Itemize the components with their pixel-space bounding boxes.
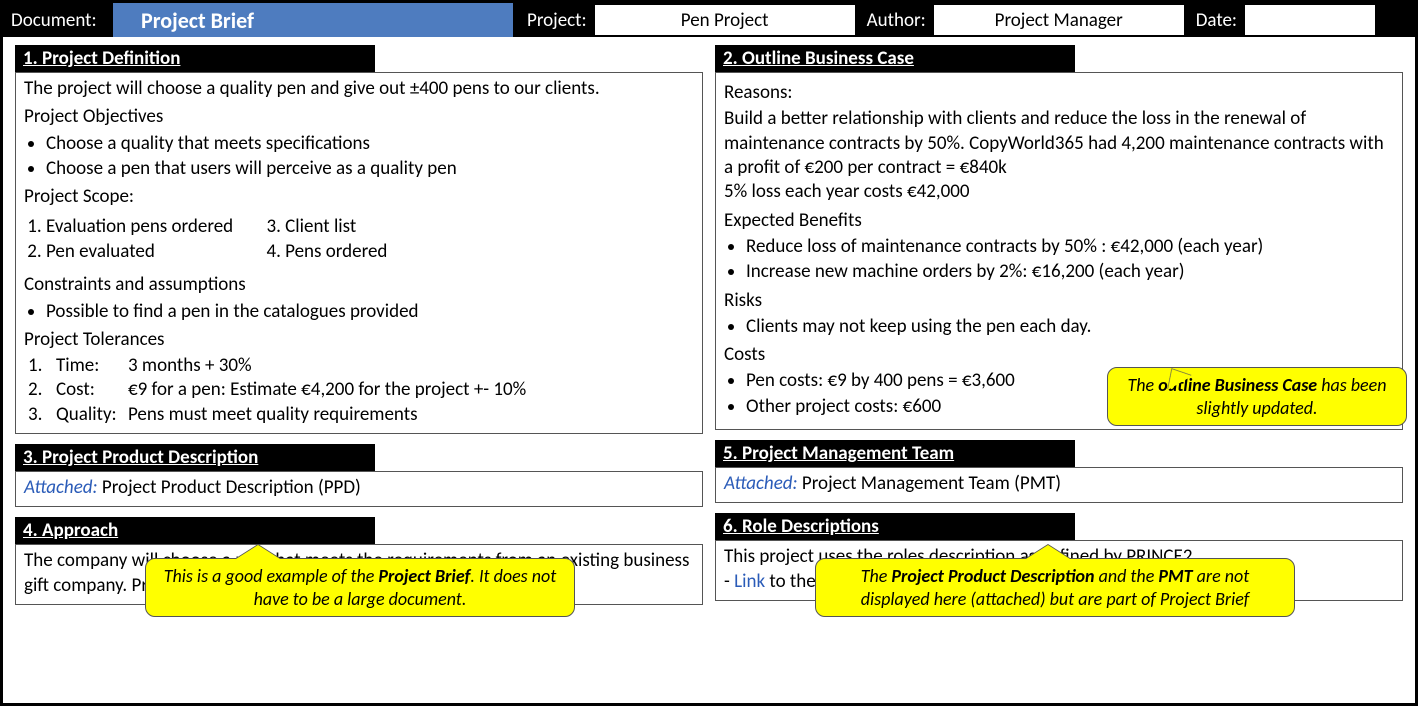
list-item: Evaluation pens ordered	[46, 215, 233, 239]
section-pmt: 5. Project Management Team Attached: Pro…	[715, 440, 1403, 503]
reasons-text: Build a better relationship with clients…	[724, 107, 1394, 180]
left-column: 1. Project Definition The project will c…	[15, 45, 703, 615]
constraints-heading: Constraints and assumptions	[24, 273, 694, 297]
project-field[interactable]: Pen Project	[595, 5, 855, 35]
list-item: Choose a quality that meets specificatio…	[46, 132, 694, 156]
section-heading: 1. Project Definition	[15, 45, 375, 72]
date-label: Date:	[1188, 3, 1245, 37]
roles-link[interactable]: Link	[734, 570, 765, 593]
objectives-heading: Project Objectives	[24, 105, 694, 129]
list-item: Pen evaluated	[46, 240, 233, 264]
date-field[interactable]	[1245, 5, 1375, 35]
header-bar: Document: Project Brief Project: Pen Pro…	[3, 3, 1415, 37]
right-column: 2. Outline Business Case Reasons: Build …	[715, 45, 1403, 615]
attached-label: Attached:	[24, 476, 98, 499]
attached-label: Attached:	[724, 472, 798, 495]
tol-val: Pens must meet quality requirements	[128, 403, 418, 427]
callout-left: This is a good example of the Project Br…	[145, 558, 575, 617]
project-label: Project:	[519, 3, 595, 37]
section-heading: 5. Project Management Team	[715, 440, 1075, 467]
callout-right-bottom: The Project Product Description and the …	[815, 558, 1295, 617]
section-heading: 6. Role Descriptions	[715, 513, 1075, 540]
list-item: Possible to find a pen in the catalogues…	[46, 300, 694, 324]
section-business-case: 2. Outline Business Case Reasons: Build …	[715, 45, 1403, 430]
callout-business-case: The outline Business Case has been sligh…	[1107, 367, 1407, 426]
section-heading: 4. Approach	[15, 517, 375, 544]
attached-text: Project Management Team (PMT)	[802, 472, 1061, 495]
tol-val: 3 months + 30%	[128, 354, 252, 378]
list-item: Reduce loss of maintenance contracts by …	[746, 235, 1394, 259]
list-item: Choose a pen that users will perceive as…	[46, 157, 694, 181]
tol-key: Quality:	[56, 403, 128, 427]
reasons-heading: Reasons:	[724, 81, 1394, 105]
section-ppd: 3. Project Product Description Attached:…	[15, 444, 703, 507]
author-field[interactable]: Project Manager	[934, 5, 1184, 35]
benefits-heading: Expected Benefits	[724, 209, 1394, 233]
list-item: Pens ordered	[285, 240, 387, 264]
tol-val: €9 for a pen: Estimate €4,200 for the pr…	[128, 378, 526, 402]
attached-text: Project Product Description (PPD)	[102, 476, 361, 499]
document-label: Document:	[3, 3, 113, 37]
section-body: Attached: Project Management Team (PMT)	[715, 467, 1403, 503]
section-body: The project will choose a quality pen an…	[15, 72, 703, 434]
list-item: Increase new machine orders by 2%: €16,2…	[746, 260, 1394, 284]
document-name: Project Brief	[113, 3, 513, 37]
section-body: Attached: Project Product Description (P…	[15, 471, 703, 507]
tol-key: Cost:	[56, 378, 128, 402]
tol-key: Time:	[56, 354, 128, 378]
callout-text: This is a good example of the Project Br…	[164, 565, 557, 610]
risks-heading: Risks	[724, 289, 1394, 313]
tolerances-heading: Project Tolerances	[24, 328, 694, 352]
author-label: Author:	[859, 3, 934, 37]
list-item: Client list	[285, 215, 387, 239]
scope-heading: Project Scope:	[24, 185, 694, 209]
definition-intro: The project will choose a quality pen an…	[24, 77, 694, 101]
callout-text: The Project Product Description and the …	[861, 565, 1250, 610]
section-heading: 3. Project Product Description	[15, 444, 375, 471]
section-definition: 1. Project Definition The project will c…	[15, 45, 703, 434]
list-item: Clients may not keep using the pen each …	[746, 315, 1394, 339]
project-brief-page: Document: Project Brief Project: Pen Pro…	[0, 0, 1418, 706]
section-heading: 2. Outline Business Case	[715, 45, 1075, 72]
loss-line: 5% loss each year costs €42,000	[724, 180, 1394, 204]
costs-heading: Costs	[724, 343, 1394, 367]
